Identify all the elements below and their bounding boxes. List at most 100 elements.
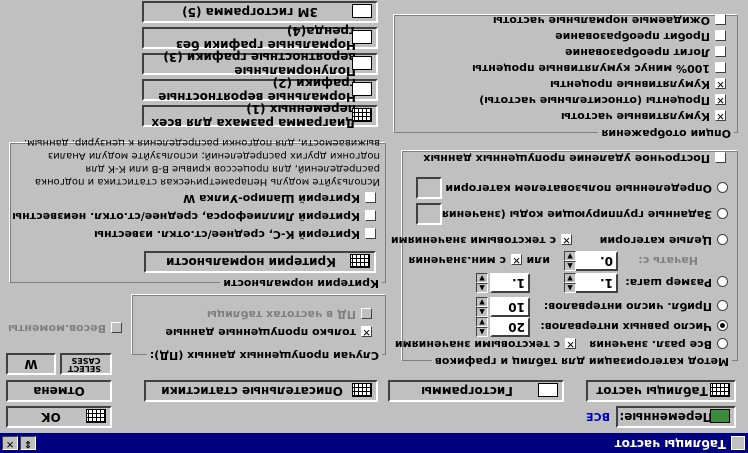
ok-button[interactable]: OK [6, 406, 112, 428]
categorization-title: Метод категоризации для таблиц и графико… [431, 355, 732, 368]
radio-4[interactable] [717, 234, 728, 245]
display-label-4: Логит преобразование [565, 46, 710, 59]
radio-0[interactable] [717, 338, 728, 349]
histogram-icon [538, 383, 558, 397]
variables-value: ВСЕ [586, 410, 610, 423]
display-label-2: Кумулятивные проценты [550, 78, 710, 91]
graph-button-label-0: Диаграмма размаха для всех переменных (1… [151, 102, 356, 130]
graph-button-label-2: Полунормальные вероятностные графики (3) [163, 50, 356, 78]
all-values-text-checkbox[interactable]: ✕ [565, 338, 576, 349]
interval-input-1[interactable]: 20 [490, 317, 530, 337]
display-checkbox-3[interactable] [715, 62, 726, 73]
or-label: или [526, 254, 550, 267]
radio-6[interactable] [717, 182, 728, 193]
pairwise-checkbox[interactable] [715, 152, 726, 163]
start-with-label: Начать с: [638, 254, 698, 267]
table-icon [710, 383, 730, 397]
normality-test-checkbox-0[interactable] [365, 228, 376, 239]
display-checkbox-2[interactable]: ✕ [715, 78, 726, 89]
weight-button[interactable]: W [6, 353, 56, 375]
graph-button-3[interactable]: Нормальные графики без тренда(4) [142, 24, 378, 52]
pairwise-label: Построчное удаление пропущенных данных [423, 152, 710, 165]
grouping-codes-button[interactable] [416, 203, 442, 225]
radio-label-3: Размер шага: [625, 276, 712, 289]
select-cases-button[interactable]: SELECT CASES [60, 353, 112, 375]
spin-down-2[interactable]: ▼ [476, 297, 488, 307]
start-spin-down[interactable]: ▼ [564, 251, 576, 261]
min-value-checkbox[interactable]: ✕ [511, 254, 522, 265]
md-in-freq-checkbox[interactable] [361, 308, 372, 319]
display-label-5: Пробит преобразование [555, 30, 710, 43]
interval-input-2[interactable]: 10 [490, 297, 530, 317]
variables-button[interactable]: Переменные: [616, 406, 736, 428]
spin-up-3[interactable]: ▲ [476, 283, 488, 293]
missing-data-title: Случаи пропущенных данных (ПД): [146, 349, 382, 362]
graph-button-label-1: Нормальные вероятностные графики (2) [158, 76, 356, 104]
graph-button-1[interactable]: Нормальные вероятностные графики (2) [142, 76, 378, 104]
graph-button-label-4: 3М гистограмма (5) [182, 5, 318, 19]
step-spin-up[interactable]: ▲ [564, 283, 576, 293]
frequency-tables-button[interactable]: Таблицы частот [586, 380, 736, 402]
radio-label-0: Все разл. значения [589, 338, 712, 351]
radio-5[interactable] [717, 208, 728, 219]
radio-1[interactable] [717, 320, 728, 331]
graph-icon-2 [352, 56, 372, 70]
graph-icon-4 [352, 4, 372, 18]
normality-test-checkbox-2[interactable] [365, 192, 376, 203]
radio-3[interactable] [717, 276, 728, 287]
radio-label-2: Прибл. число интервалов: [543, 300, 712, 313]
interval-input-3[interactable]: 1. [490, 273, 530, 293]
graph-button-label-3: Нормальные графики без тренда(4) [175, 24, 356, 52]
only-missing-checkbox[interactable]: ✕ [361, 326, 372, 337]
normality-button[interactable]: Критерии нормальности [144, 251, 376, 273]
user-categories-button[interactable] [416, 177, 442, 199]
ok-grid-icon [86, 409, 106, 423]
spin-up-1[interactable]: ▲ [476, 327, 488, 337]
graph-icon-0 [352, 108, 372, 122]
normality-info-line-0: Используйте модуль Непараметрическая ста… [34, 176, 380, 187]
display-checkbox-6[interactable] [715, 14, 726, 25]
graph-button-2[interactable]: Полунормальные вероятностные графики (3) [142, 50, 378, 78]
radio-label-5: Заданные группирующие коды (значения) [436, 208, 712, 221]
spin-down-3[interactable]: ▼ [476, 273, 488, 283]
display-checkbox-0[interactable]: ✕ [715, 110, 726, 121]
display-label-6: Ожидаемые нормальные частоты [492, 14, 710, 27]
window-title: Таблицы частот [614, 437, 726, 451]
weights-checkbox[interactable] [111, 322, 122, 333]
ok-label: OK [41, 410, 61, 424]
spin-up-2[interactable]: ▲ [476, 307, 488, 317]
restore-button[interactable]: ⇕ [20, 436, 36, 450]
md-in-freq-label: ПД в частотах таблицы [206, 308, 356, 321]
integer-text-label: с текстовыми значениями [390, 234, 556, 247]
missing-data-group [132, 295, 386, 355]
step-spin-down[interactable]: ▼ [564, 273, 576, 283]
radio-2[interactable] [717, 300, 728, 311]
integer-text-checkbox[interactable]: ✕ [561, 234, 572, 245]
graph-button-0[interactable]: Диаграмма размаха для всех переменных (1… [142, 102, 378, 130]
graph-icon-1 [352, 82, 372, 96]
only-missing-label: только пропущенные данные [165, 326, 356, 339]
radio-label-6: Определенные пользователем категории [445, 182, 712, 195]
close-button[interactable]: ✕ [2, 436, 18, 450]
display-label-3: 100% минус кумулятивные проценты [472, 62, 710, 75]
normality-info-line-3: выживаемости, для подгонки распределения… [23, 137, 380, 148]
spin-down-1[interactable]: ▼ [476, 317, 488, 327]
cancel-button[interactable]: Отмена [6, 380, 112, 402]
histograms-button[interactable]: Гистограммы [388, 380, 564, 402]
normality-info-line-2: подгонки других распределений; используй… [47, 150, 380, 161]
normality-test-label-2: Критерий Шапиро-Уилка W [183, 192, 360, 205]
start-spin-up[interactable]: ▲ [564, 261, 576, 271]
graph-button-4[interactable]: 3М гистограмма (5) [142, 1, 378, 23]
display-checkbox-5[interactable] [715, 30, 726, 41]
variables-icon [710, 409, 730, 423]
display-checkbox-4[interactable] [715, 46, 726, 57]
title-bar: Таблицы частот ⇕ ✕ [0, 433, 748, 453]
display-label-0: Кумулятивные частоты [560, 110, 710, 123]
weights-label: Весов.моменты [8, 322, 106, 335]
display-checkbox-1[interactable]: ✕ [715, 94, 726, 105]
radio-label-4: Целые категории [599, 234, 712, 247]
app-menu-icon[interactable] [731, 436, 745, 450]
display-label-1: Проценты (относительные частоты) [479, 94, 710, 107]
descriptive-stats-button[interactable]: Описательные статистики [144, 380, 378, 402]
normality-test-checkbox-1[interactable] [365, 210, 376, 221]
